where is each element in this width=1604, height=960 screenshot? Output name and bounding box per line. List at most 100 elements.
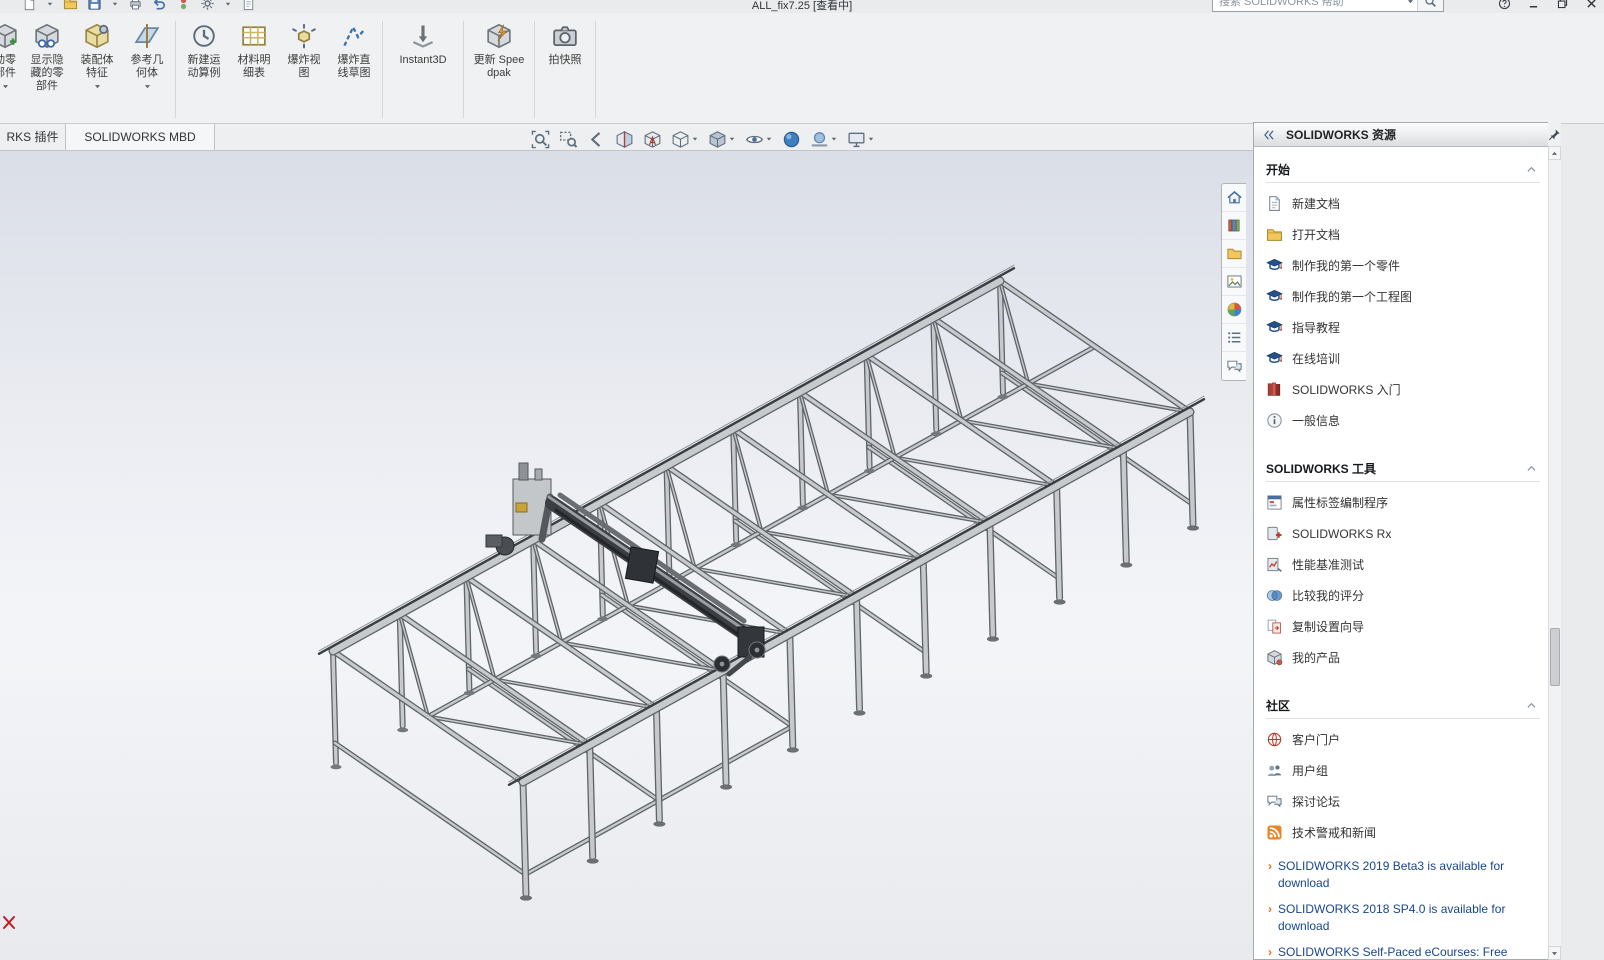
ribbon-button-exploded-view[interactable]: 爆炸视图 [281, 18, 327, 121]
link-label: 打开文档 [1292, 226, 1340, 243]
titlebar: ALL_fix7.25 [查看中] [0, 0, 1604, 13]
scroll-up-button[interactable] [1548, 146, 1561, 160]
products-icon [1266, 649, 1283, 666]
taskpane-tab-design-library[interactable] [1222, 212, 1246, 240]
link-open-document[interactable]: 打开文档 [1266, 219, 1540, 250]
scroll-thumb[interactable] [1550, 628, 1560, 686]
graduation-cap-icon [1266, 319, 1283, 336]
news-link[interactable]: › SOLIDWORKS 2019 Beta3 is available for… [1266, 858, 1540, 892]
display-style-button[interactable] [707, 129, 737, 150]
rx-icon [1266, 525, 1283, 542]
search-input[interactable] [1213, 0, 1406, 11]
ribbon-button-label: 参考几何体 [126, 54, 168, 80]
minimize-icon[interactable] [1527, 0, 1540, 10]
chevron-down-icon [765, 135, 773, 143]
zoom-area-button[interactable] [558, 129, 579, 150]
link-user-groups[interactable]: 用户组 [1266, 755, 1540, 786]
scroll-track[interactable] [1548, 160, 1561, 946]
scroll-down-button[interactable] [1548, 946, 1561, 960]
link-copy-settings-wizard[interactable]: 复制设置向导 [1266, 611, 1540, 642]
ribbon-separator [463, 21, 464, 118]
link-getting-started[interactable]: SOLIDWORKS 入门 [1266, 374, 1540, 405]
chevron-up-icon[interactable] [1525, 699, 1538, 712]
chevron-up-icon[interactable] [1525, 462, 1538, 475]
ribbon-button-show-hidden-components[interactable]: 显示隐藏的零部件 [24, 18, 70, 121]
link-performance-benchmark[interactable]: 性能基准测试 [1266, 549, 1540, 580]
edit-appearance-button[interactable] [781, 129, 802, 150]
chevron-down-icon [93, 82, 102, 91]
ribbon-button-bill-of-materials[interactable]: 材料明细表 [231, 18, 277, 121]
instant3d-icon [409, 22, 437, 50]
ribbon-button-label: 爆炸视图 [283, 54, 325, 80]
apply-scene-button[interactable] [809, 129, 839, 150]
ribbon: 动零部件 显示隐藏的零部件 装配体特征 参考几何体 新建运动算例 材料明细表 爆… [0, 13, 1604, 124]
chevron-up-icon[interactable] [1525, 163, 1538, 176]
chevron-down-icon[interactable] [1406, 0, 1415, 6]
news-link[interactable]: › SOLIDWORKS 2018 SP4.0 is available for… [1266, 901, 1540, 935]
ribbon-button-instant3d[interactable]: Instant3D [388, 18, 458, 121]
ribbon-button-assembly-features[interactable]: 装配体特征 [74, 18, 120, 121]
link-solidworks-rx[interactable]: SOLIDWORKS Rx [1266, 518, 1540, 549]
link-property-tab-builder[interactable]: 属性标签编制程序 [1266, 487, 1540, 518]
taskpane-scrollbar[interactable] [1548, 122, 1561, 960]
help-icon[interactable] [1498, 0, 1511, 10]
tab-solidworks-addins[interactable]: RKS 插件 [0, 124, 66, 150]
link-tutorials[interactable]: 指导教程 [1266, 312, 1540, 343]
section-header[interactable]: 社区 [1266, 695, 1540, 715]
taskpane-tab-file-explorer[interactable] [1222, 240, 1246, 268]
link-compare-score[interactable]: 比较我的评分 [1266, 580, 1540, 611]
section-header[interactable]: 开始 [1266, 159, 1540, 179]
maximize-icon[interactable] [1556, 0, 1569, 10]
ribbon-button-new-motion-study[interactable]: 新建运动算例 [181, 18, 227, 121]
previous-view-button[interactable] [586, 129, 607, 150]
collapse-panel-icon[interactable] [1262, 128, 1276, 142]
motion-study-icon [190, 22, 218, 50]
link-customer-portal[interactable]: 客户门户 [1266, 724, 1540, 755]
arrow-up-icon [1550, 149, 1559, 158]
ribbon-button-take-snapshot[interactable]: 拍快照 [540, 18, 590, 121]
close-icon[interactable] [1585, 0, 1598, 10]
rss-icon [1266, 824, 1283, 841]
magnifier-icon [1424, 0, 1437, 8]
taskpane-tab-appearances[interactable] [1222, 296, 1246, 324]
zoom-fit-button[interactable] [530, 129, 551, 150]
search-button[interactable] [1417, 0, 1443, 11]
link-online-training[interactable]: 在线培训 [1266, 343, 1540, 374]
taskpane-tab-forum[interactable] [1222, 352, 1246, 380]
eye-icon [745, 130, 764, 149]
section-view-button[interactable] [614, 129, 635, 150]
ribbon-button-move-component[interactable]: 动零部件 [0, 18, 20, 121]
view-settings-button[interactable] [846, 129, 876, 150]
ribbon-button-update-speedpak[interactable]: 更新 Speedpak [469, 18, 529, 121]
taskpane-tab-view-palette[interactable] [1222, 268, 1246, 296]
link-first-drawing[interactable]: 制作我的第一个工程图 [1266, 281, 1540, 312]
link-tech-alerts-news[interactable]: 技术警戒和新闻 [1266, 817, 1540, 848]
tab-solidworks-mbd[interactable]: SOLIDWORKS MBD [66, 124, 215, 150]
taskpane-tab-resources[interactable] [1222, 184, 1246, 212]
taskpane-tab-custom-properties[interactable] [1222, 324, 1246, 352]
search-box [1212, 0, 1444, 12]
ribbon-button-explode-line-sketch[interactable]: 爆炸直线草图 [331, 18, 377, 121]
ribbon-separator [534, 21, 535, 118]
taskpane-tab-strip [1221, 183, 1246, 381]
section-header[interactable]: SOLIDWORKS 工具 [1266, 458, 1540, 478]
ribbon-separator [175, 21, 176, 118]
ribbon-button-reference-geometry[interactable]: 参考几何体 [124, 18, 170, 121]
hide-show-items-button[interactable] [744, 129, 774, 150]
graphics-viewport[interactable] [0, 151, 1253, 960]
scene-icon [810, 130, 829, 149]
link-label: 技术警戒和新闻 [1292, 824, 1376, 841]
bullet-icon: › [1268, 858, 1272, 892]
link-new-document[interactable]: 新建文档 [1266, 188, 1540, 219]
link-discussion-forum[interactable]: 探讨论坛 [1266, 786, 1540, 817]
news-link[interactable]: › SOLIDWORKS Self-Paced eCourses: Free [1266, 944, 1540, 960]
forum-icon [1266, 793, 1283, 810]
show-hidden-components-icon [33, 22, 61, 50]
annotation-view-button[interactable] [642, 129, 663, 150]
view-orientation-button[interactable] [670, 129, 700, 150]
pin-icon[interactable] [1548, 128, 1561, 141]
link-general-info[interactable]: 一般信息 [1266, 405, 1540, 436]
cad-model-assembly[interactable] [0, 151, 1253, 960]
link-my-products[interactable]: 我的产品 [1266, 642, 1540, 673]
link-first-part[interactable]: 制作我的第一个零件 [1266, 250, 1540, 281]
